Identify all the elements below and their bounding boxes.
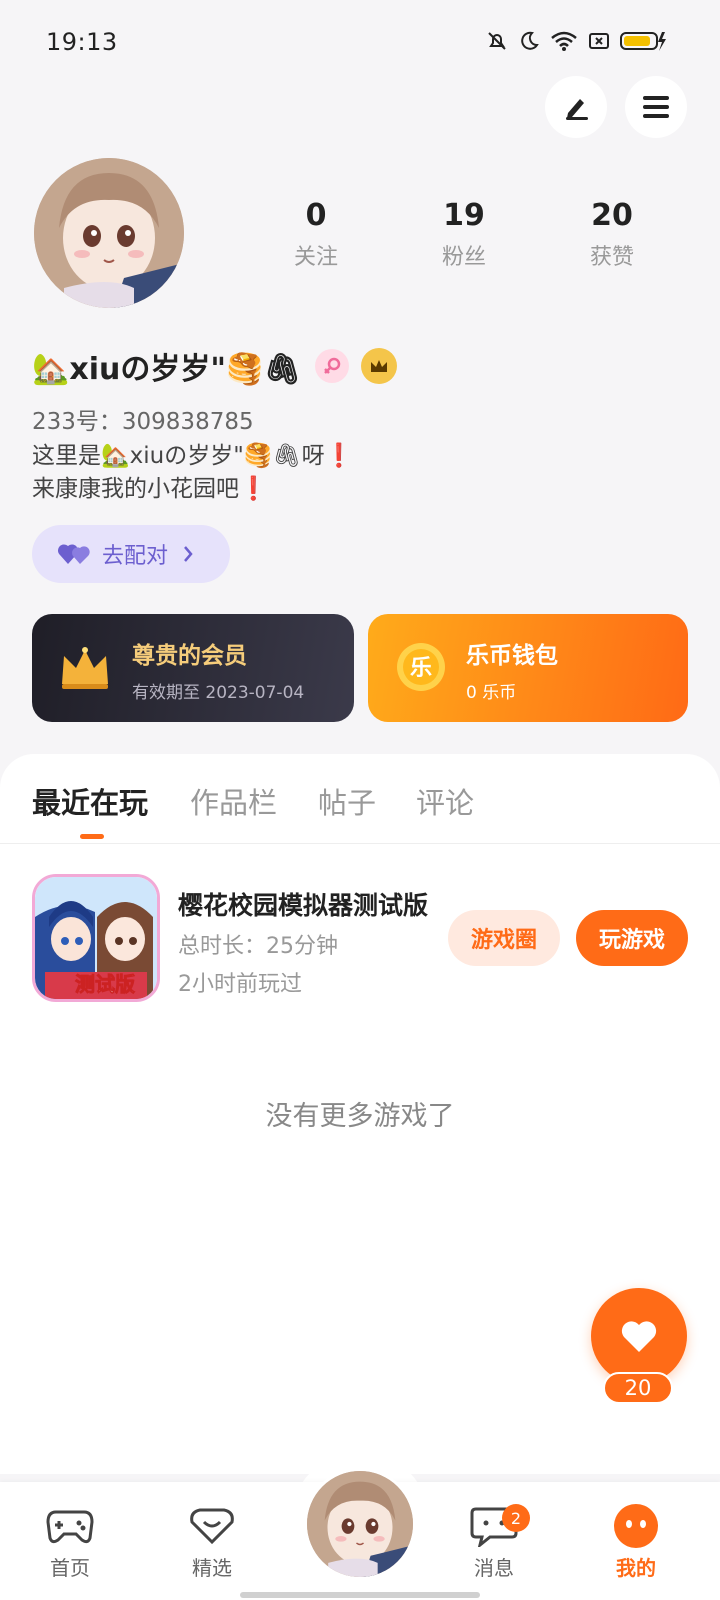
gender-badge	[315, 349, 350, 383]
edit-profile-button[interactable]	[545, 76, 607, 138]
heart-pair-icon	[58, 544, 90, 564]
heart-box-icon	[190, 1508, 234, 1545]
tab-recent[interactable]: 最近在玩	[32, 780, 148, 822]
like-count: 20	[603, 1372, 673, 1404]
nav-home-label: 首页	[50, 1556, 90, 1580]
play-game-button[interactable]: 玩游戏	[576, 910, 688, 966]
wallet-title: 乐币钱包	[466, 643, 558, 669]
crown-icon	[371, 360, 388, 372]
user-name: 🏡xiuの岁岁"🥞🖇	[32, 352, 302, 387]
user-bio: 这里是🏡xiuの岁岁"🥞🖇呀❗ 来康康我的小花园吧❗	[32, 443, 354, 502]
mute-bell-icon	[488, 32, 506, 50]
user-id: 233号：309838785	[32, 409, 254, 435]
following-count: 0	[305, 198, 327, 233]
profile-tabs: 最近在玩 作品栏 帖子 评论	[0, 754, 720, 844]
game-playtime: 总时长：25分钟	[178, 934, 338, 959]
screen-icon	[589, 33, 609, 49]
status-bar: 19:13	[0, 0, 720, 88]
nav-mine[interactable]: 我的	[586, 1502, 686, 1581]
followers-count: 19	[443, 198, 485, 233]
crown-icon	[62, 647, 108, 689]
vip-badge[interactable]	[361, 348, 398, 384]
status-time: 19:13	[46, 28, 118, 56]
nav-featured-label: 精选	[192, 1556, 232, 1580]
status-icons	[486, 30, 668, 52]
menu-button[interactable]	[625, 76, 687, 138]
nav-featured[interactable]: 精选	[162, 1502, 262, 1581]
followers-label: 粉丝	[441, 245, 486, 270]
match-label: 去配对	[102, 544, 169, 569]
like-button[interactable]	[591, 1288, 687, 1384]
game-last-played: 2小时前玩过	[178, 972, 302, 997]
game-circle-button[interactable]: 游戏圈	[448, 910, 560, 966]
nav-mine-label: 我的	[616, 1556, 656, 1580]
coin-char: 乐	[410, 656, 432, 681]
messages-badge: 2	[502, 1504, 530, 1532]
game-icon[interactable]: 测试版	[32, 874, 160, 1002]
coin-icon: 乐	[397, 643, 445, 691]
chevron-right-icon	[184, 546, 193, 562]
profile-stats: 0 关注 19 粉丝 20 获赞	[242, 198, 692, 271]
female-icon	[324, 357, 341, 374]
recent-game-item[interactable]: 测试版 樱花校园模拟器测试版 总时长：25分钟 2小时前玩过 游戏圈 玩游戏	[32, 874, 688, 1004]
wifi-icon	[551, 31, 577, 51]
tab-comments[interactable]: 评论	[416, 780, 474, 822]
vip-expiry: 有效期至 2023-07-04	[132, 683, 305, 703]
moon-icon	[521, 31, 539, 50]
profile-avatar[interactable]	[34, 158, 184, 308]
tab-indicator	[80, 834, 104, 839]
likes-received-count: 20	[591, 198, 633, 233]
likes-stat[interactable]: 20 获赞	[538, 198, 686, 271]
match-button[interactable]: 去配对	[32, 525, 230, 583]
home-indicator	[240, 1592, 480, 1598]
nav-home[interactable]: 首页	[20, 1502, 120, 1581]
nav-center-avatar[interactable]	[304, 1468, 416, 1580]
battery-icon	[620, 32, 666, 51]
profile-face-icon	[614, 1504, 658, 1548]
game-title: 樱花校园模拟器测试版	[178, 891, 428, 920]
following-stat[interactable]: 0 关注	[242, 198, 390, 271]
followers-stat[interactable]: 19 粉丝	[390, 198, 538, 271]
game-badge: 测试版	[75, 972, 135, 996]
vip-title: 尊贵的会员	[132, 643, 247, 669]
nav-messages-label: 消息	[474, 1556, 514, 1580]
vip-card[interactable]: 尊贵的会员 有效期至 2023-07-04	[32, 614, 354, 722]
tab-works[interactable]: 作品栏	[190, 780, 277, 822]
menu-icon	[643, 96, 669, 118]
gamepad-icon	[46, 1510, 94, 1544]
heart-icon	[621, 1321, 657, 1352]
empty-list-text: 没有更多游戏了	[265, 1101, 455, 1132]
wallet-balance: 0 乐币	[466, 683, 517, 703]
tab-posts[interactable]: 帖子	[318, 780, 376, 822]
following-label: 关注	[293, 245, 338, 270]
likes-received-label: 获赞	[589, 245, 634, 270]
wallet-card[interactable]: 乐 乐币钱包 0 乐币	[368, 614, 688, 722]
edit-icon	[566, 99, 588, 120]
nav-messages[interactable]: 2 消息	[444, 1502, 544, 1581]
name-row: 🏡xiuの岁岁"🥞🖇	[32, 344, 398, 388]
